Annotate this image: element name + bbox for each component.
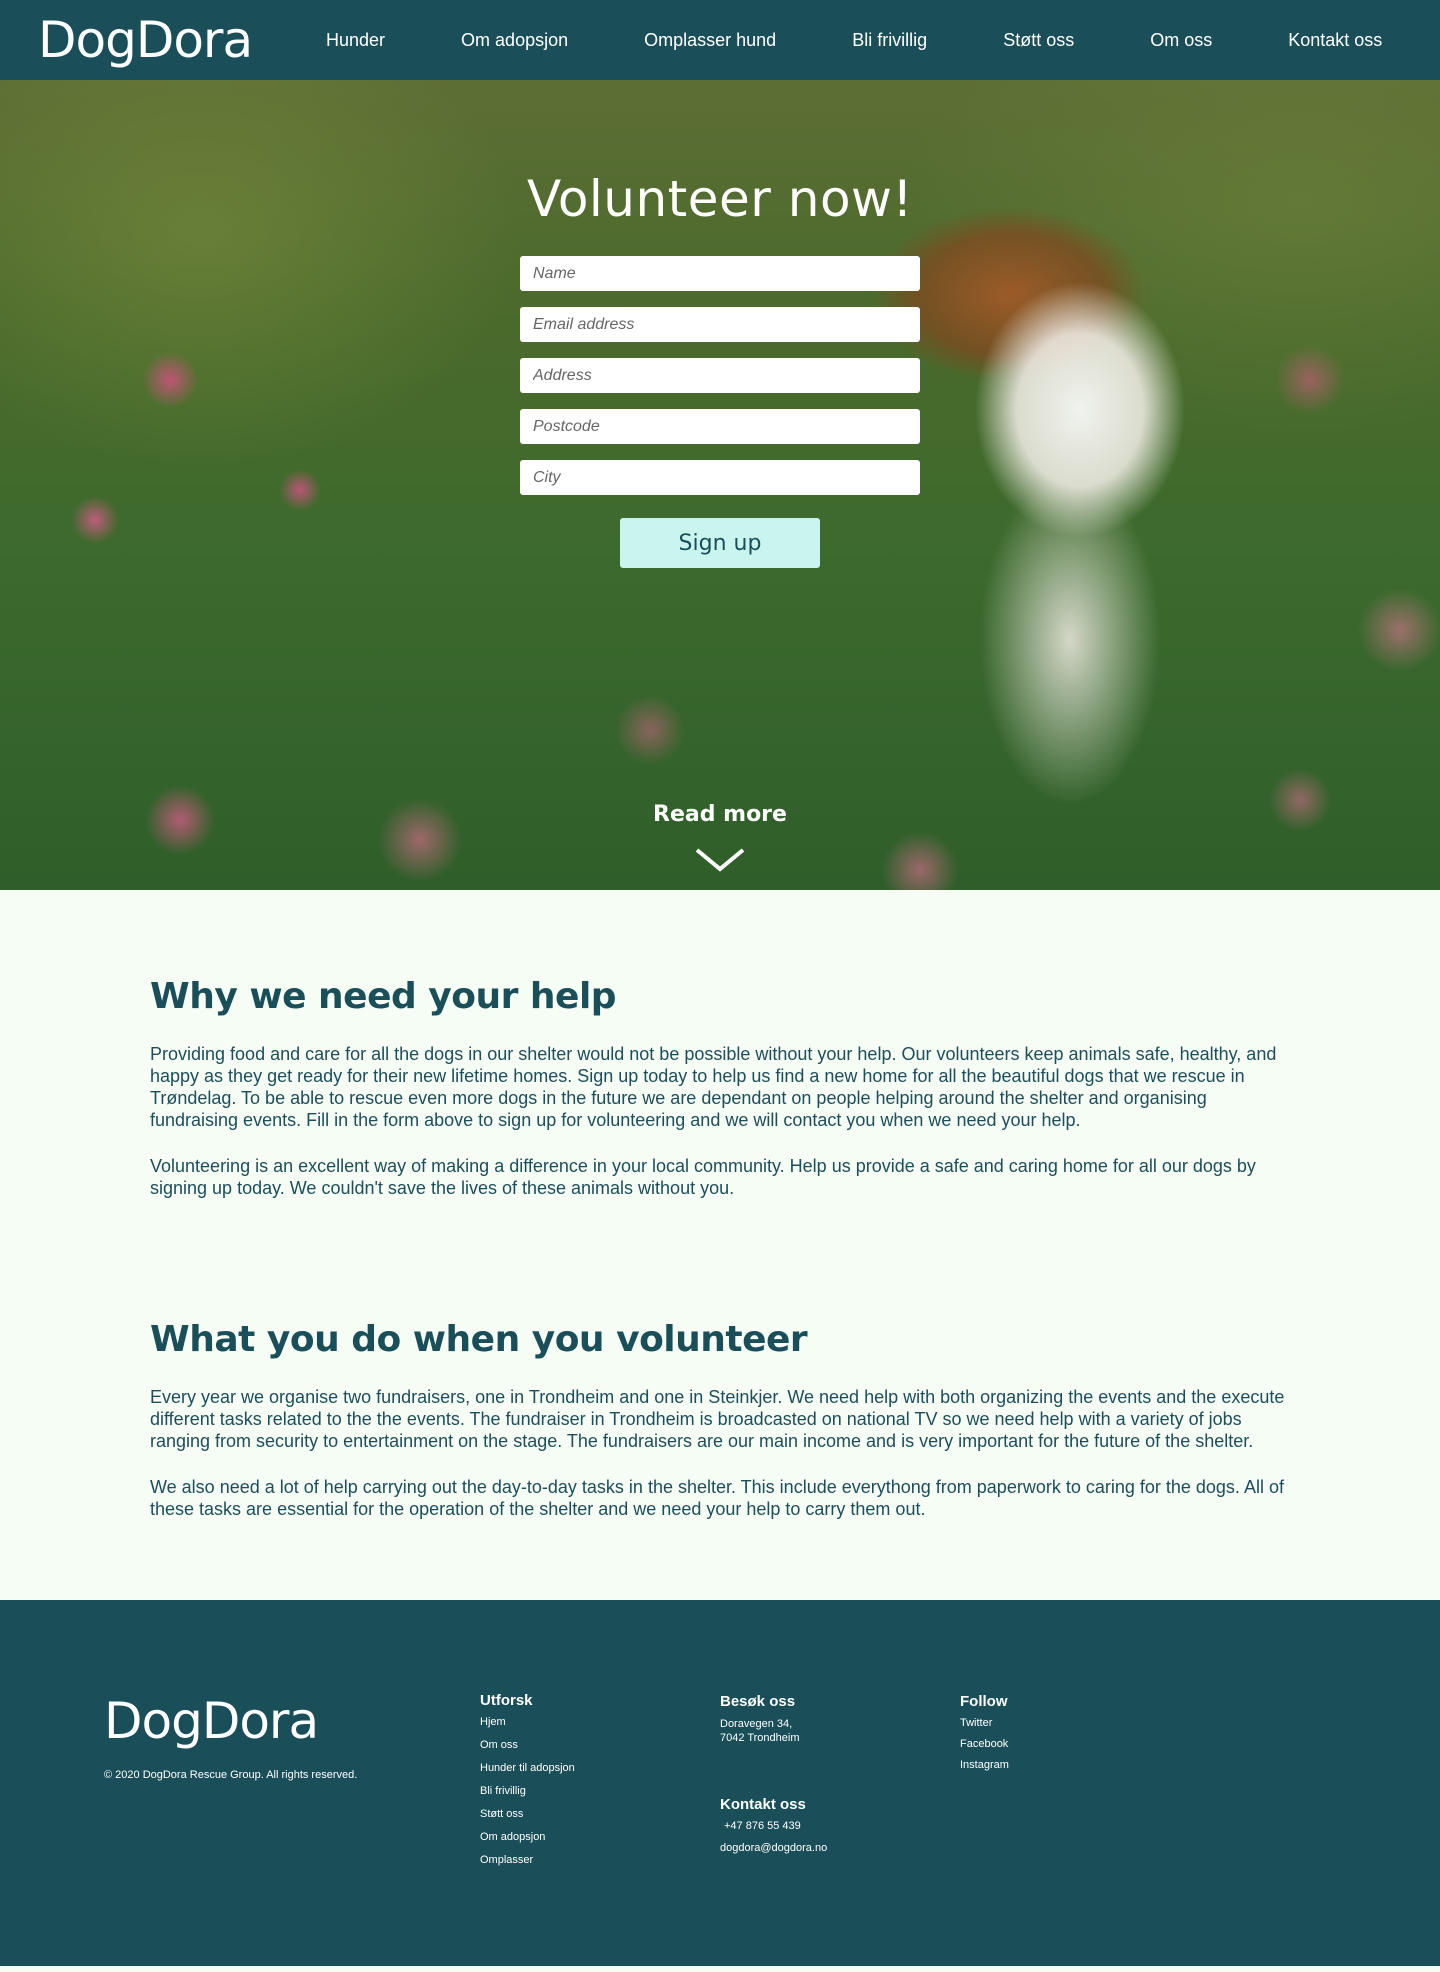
nav-link-om-oss[interactable]: Om oss [1150, 30, 1212, 51]
what-section: What you do when you volunteer Every yea… [150, 1199, 1290, 1600]
name-input[interactable] [520, 256, 920, 291]
nav-item: Kontakt oss [1288, 30, 1382, 51]
hero-content: Volunteer now! Sign up [0, 80, 1440, 890]
why-section: Why we need your help Providing food and… [150, 890, 1290, 1199]
volunteer-form: Sign up [520, 256, 920, 568]
why-title: Why we need your help [150, 976, 617, 1017]
footer-logo[interactable]: DogDora [104, 1692, 319, 1750]
footer-link-instagram[interactable]: Instagram [960, 1759, 1009, 1771]
contact-email[interactable]: dogdora@dogdora.no [720, 1842, 827, 1854]
hero-title: Volunteer now! [527, 170, 913, 228]
nav-item: Om adopsjon [461, 30, 568, 51]
footer-visit-column: Besøk oss Doravegen 34, 7042 Trondheim [720, 1693, 800, 1745]
why-paragraph-1: Providing food and care for all the dogs… [150, 1044, 1277, 1130]
footer-link-om-adopsjon[interactable]: Om adopsjon [480, 1831, 575, 1843]
postcode-input[interactable] [520, 409, 920, 444]
address-line-1: Doravegen 34, [720, 1718, 793, 1730]
footer-contact-column: Kontakt oss +47 876 55 439 dogdora@dogdo… [720, 1796, 827, 1864]
nav-links: Hunder Om adopsjon Omplasser hund Bli fr… [326, 0, 1382, 80]
nav-item: Støtt oss [1003, 30, 1074, 51]
footer-follow-column: Follow Twitter Facebook Instagram [960, 1693, 1009, 1780]
footer-link-bli-frivillig[interactable]: Bli frivillig [480, 1785, 575, 1797]
logo[interactable]: DogDora [38, 15, 253, 65]
footer-explore-column: Utforsk Hjem Om oss Hunder til adopsjon … [480, 1692, 575, 1877]
copyright-text: © 2020 DogDora Rescue Group. All rights … [104, 1769, 358, 1781]
what-title: What you do when you volunteer [150, 1319, 808, 1360]
signup-button[interactable]: Sign up [620, 518, 820, 568]
footer-visit-title: Besøk oss [720, 1693, 796, 1710]
address-line-2: 7042 Trondheim [720, 1732, 800, 1744]
footer-link-hunder-til-adopsjon[interactable]: Hunder til adopsjon [480, 1762, 575, 1774]
email-input[interactable] [520, 307, 920, 342]
what-paragraph-1: Every year we organise two fundraisers, … [150, 1387, 1285, 1451]
nav-item: Om oss [1150, 30, 1212, 51]
nav-link-omplasser-hund[interactable]: Omplasser hund [644, 30, 776, 51]
address-input[interactable] [520, 358, 920, 393]
footer-explore-title: Utforsk [480, 1692, 533, 1709]
what-paragraph-2: We also need a lot of help carrying out … [150, 1477, 1284, 1519]
hero-section: Volunteer now! Sign up Read more [0, 80, 1440, 890]
nav-link-om-adopsjon[interactable]: Om adopsjon [461, 30, 568, 51]
footer-link-om-oss[interactable]: Om oss [480, 1739, 575, 1751]
chevron-down-icon[interactable] [695, 848, 745, 872]
nav-link-stott-oss[interactable]: Støtt oss [1003, 30, 1074, 51]
footer-link-facebook[interactable]: Facebook [960, 1738, 1009, 1750]
footer-link-stott-oss[interactable]: Støtt oss [480, 1808, 575, 1820]
footer-link-hjem[interactable]: Hjem [480, 1716, 575, 1728]
footer: DogDora © 2020 DogDora Rescue Group. All… [0, 1600, 1440, 1966]
read-more-link[interactable]: Read more [0, 802, 1440, 827]
footer-link-twitter[interactable]: Twitter [960, 1717, 1009, 1729]
footer-link-omplasser[interactable]: Omplasser [480, 1854, 575, 1866]
nav-item: Hunder [326, 30, 385, 51]
main-nav: DogDora Hunder Om adopsjon Omplasser hun… [0, 0, 1440, 80]
main-content: Why we need your help Providing food and… [0, 890, 1440, 1600]
nav-link-bli-frivillig[interactable]: Bli frivillig [852, 30, 927, 51]
why-paragraph-2: Volunteering is an excellent way of maki… [150, 1156, 1256, 1198]
footer-follow-title: Follow [960, 1693, 1008, 1710]
nav-link-hunder[interactable]: Hunder [326, 30, 385, 51]
nav-link-kontakt-oss[interactable]: Kontakt oss [1288, 30, 1382, 51]
footer-contact-title: Kontakt oss [720, 1796, 806, 1813]
contact-phone: +47 876 55 439 [724, 1820, 801, 1832]
nav-item: Omplasser hund [644, 30, 776, 51]
nav-item: Bli frivillig [852, 30, 927, 51]
city-input[interactable] [520, 460, 920, 495]
